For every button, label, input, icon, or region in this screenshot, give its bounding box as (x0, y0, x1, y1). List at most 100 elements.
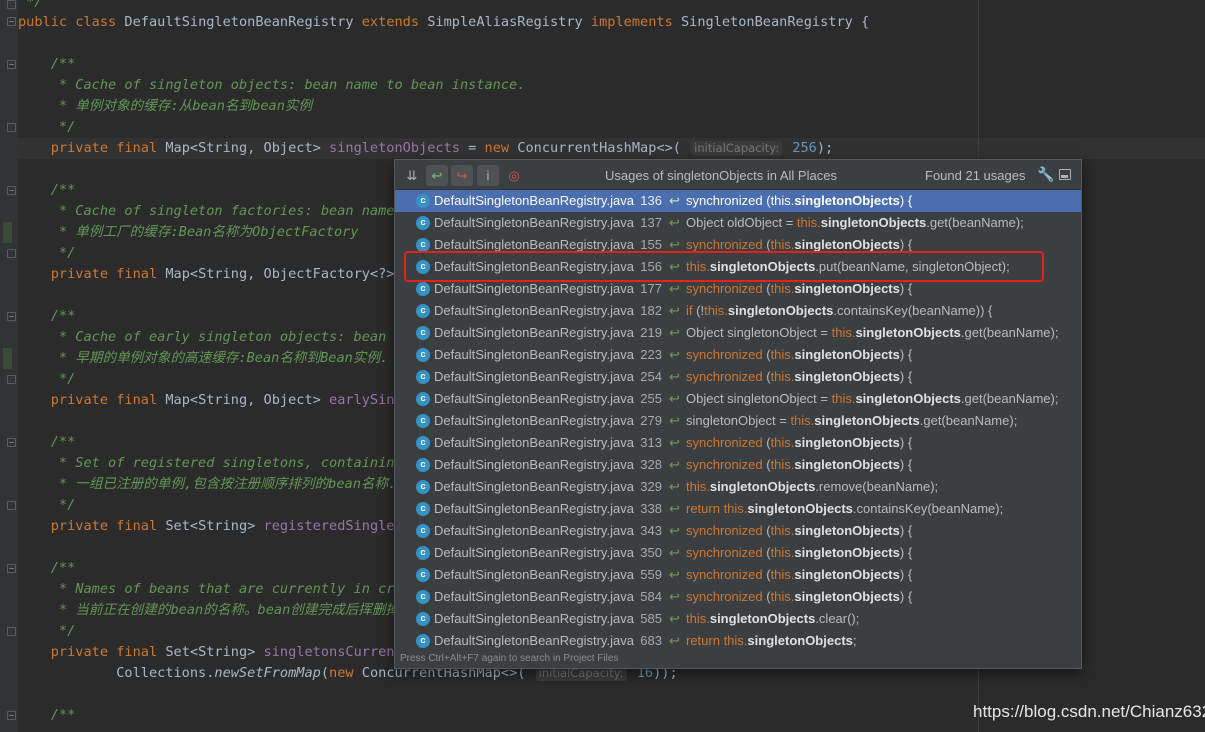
fold-marker-icon[interactable] (7, 17, 16, 26)
fold-marker-icon[interactable] (7, 375, 16, 384)
class-icon: c (416, 216, 430, 230)
snippet-token: ) { (899, 237, 913, 252)
snippet-token: ) { (899, 347, 913, 362)
code-line[interactable]: */ (18, 621, 75, 642)
fold-marker-icon[interactable] (7, 627, 16, 636)
code-line[interactable]: * Cache of singleton objects: bean name … (18, 75, 526, 96)
usage-row[interactable]: c DefaultSingletonBeanRegistry.java 585 ↩ th… (395, 608, 1081, 630)
fold-marker-icon[interactable] (7, 60, 16, 69)
code-token: */ (18, 497, 76, 513)
read-access-icon: ↩ (669, 215, 680, 230)
code-token: new (329, 665, 362, 681)
code-token: * 单例对象的缓存:从bean名到bean实例 (18, 98, 313, 114)
snippet-token: singletonObjects (709, 479, 816, 494)
code-line[interactable]: * 单例工厂的缓存:Bean名称为ObjectFactory (18, 222, 359, 243)
code-line[interactable]: /** (18, 180, 76, 201)
code-line[interactable]: * 早期的单例对象的高速缓存:Bean名称到Bean实例. (18, 348, 388, 369)
pin-window-icon[interactable] (1059, 169, 1071, 180)
usage-row[interactable]: c DefaultSingletonBeanRegistry.java 559 ↩ sy… (395, 564, 1081, 586)
code-line[interactable]: * Names of beans that are currently in c… (18, 579, 403, 600)
fold-marker-icon[interactable] (7, 438, 16, 447)
wrench-settings-icon[interactable]: 🔧 (1037, 166, 1054, 184)
usage-row[interactable]: c DefaultSingletonBeanRegistry.java 313 ↩ sy… (395, 432, 1081, 454)
usage-row[interactable]: c DefaultSingletonBeanRegistry.java 182 ↩ if… (395, 300, 1081, 322)
code-token: /** (18, 434, 76, 450)
code-line[interactable]: * 一组已注册的单例,包含按注册顺序排列的bean名称. (18, 474, 396, 495)
usages-popup[interactable]: ⇊ ↩ ↪ i ◎ Usages of singletonObjects in All … (394, 159, 1082, 669)
usage-file-name: DefaultSingletonBeanRegistry.java (434, 479, 634, 494)
usage-row[interactable]: c DefaultSingletonBeanRegistry.java 255 ↩ Ob… (395, 388, 1081, 410)
snippet-token: this. (770, 347, 795, 362)
usage-row[interactable]: c DefaultSingletonBeanRegistry.java 328 ↩ sy… (395, 454, 1081, 476)
settings-filter-icon[interactable]: ◎ (503, 165, 525, 186)
code-token: * 单例工厂的缓存:Bean名称为ObjectFactory (18, 224, 359, 240)
usage-row[interactable]: c DefaultSingletonBeanRegistry.java 279 ↩ si… (395, 410, 1081, 432)
snippet-token: .get(beanName); (926, 215, 1024, 230)
usage-row[interactable]: c DefaultSingletonBeanRegistry.java 343 ↩ sy… (395, 520, 1081, 542)
usage-code-snippet: synchronized (this.singletonObjects) { (686, 190, 912, 212)
usage-row[interactable]: c DefaultSingletonBeanRegistry.java 350 ↩ sy… (395, 542, 1081, 564)
info-icon[interactable]: i (477, 165, 499, 186)
code-line[interactable]: * 单例对象的缓存:从bean名到bean实例 (18, 96, 312, 117)
fold-marker-icon[interactable] (7, 0, 16, 9)
code-token: * Cache of early singleton objects: bean… (18, 329, 403, 345)
code-line[interactable]: private final Map<String, ObjectFactory<… (18, 264, 403, 285)
read-access-icon: ↩ (669, 479, 680, 494)
code-token: newSetFromMap (214, 665, 321, 681)
show-write-access-icon[interactable]: ↪ (451, 165, 473, 186)
code-line[interactable]: /** (18, 705, 76, 726)
code-line[interactable]: /** (18, 558, 76, 579)
snippet-token: ) { (899, 523, 913, 538)
fold-marker-icon[interactable] (7, 711, 16, 720)
usage-code-snippet: Object singletonObject = this.singletonO… (686, 322, 1058, 344)
fold-marker-icon[interactable] (7, 249, 16, 258)
usage-row[interactable]: c DefaultSingletonBeanRegistry.java 338 ↩ re… (395, 498, 1081, 520)
usage-row[interactable]: c DefaultSingletonBeanRegistry.java 683 ↩ re… (395, 630, 1081, 652)
code-line[interactable]: */ (18, 495, 75, 516)
code-line[interactable]: */ (18, 117, 75, 138)
code-line[interactable]: public class DefaultSingletonBeanRegistr… (18, 12, 869, 33)
code-line[interactable]: private final Map<String, Object> single… (18, 138, 833, 159)
read-access-icon: ↩ (669, 501, 680, 516)
fold-marker-icon[interactable] (7, 501, 16, 510)
usage-code-snippet: synchronized (this.singletonObjects) { (686, 366, 912, 388)
code-line[interactable]: * Cache of singleton factories: bean nam… (18, 201, 395, 222)
usage-line-number: 219 (640, 325, 662, 340)
usage-row[interactable]: c DefaultSingletonBeanRegistry.java 329 ↩ th… (395, 476, 1081, 498)
snippet-token: synchronized (686, 237, 767, 252)
code-token: */ (18, 245, 76, 261)
code-line[interactable]: /** (18, 432, 76, 453)
code-token: /** (18, 182, 76, 198)
usage-row[interactable]: c DefaultSingletonBeanRegistry.java 219 ↩ Ob… (395, 322, 1081, 344)
code-line[interactable]: */ (18, 369, 75, 390)
usage-row[interactable]: c DefaultSingletonBeanRegistry.java 254 ↩ sy… (395, 366, 1081, 388)
fold-marker-icon[interactable] (7, 123, 16, 132)
show-read-access-icon[interactable]: ↩ (426, 165, 448, 186)
vcs-change-marker[interactable] (3, 222, 12, 243)
fold-marker-icon[interactable] (7, 564, 16, 573)
vcs-change-marker[interactable] (3, 348, 12, 369)
snippet-token: singletonObjects (794, 347, 900, 362)
snippet-token: this. (770, 435, 795, 450)
code-line[interactable]: * Cache of early singleton objects: bean… (18, 327, 403, 348)
fold-marker-icon[interactable] (7, 186, 16, 195)
code-line[interactable]: /** (18, 306, 76, 327)
usage-line-number: 329 (640, 479, 662, 494)
snippet-token: this. (770, 523, 795, 538)
code-line[interactable]: private final Set<String> singletonsCurr… (18, 642, 403, 663)
usage-row[interactable]: c DefaultSingletonBeanRegistry.java 136 ↩ sy… (395, 190, 1081, 212)
code-line[interactable]: private final Set<String> registeredSing… (18, 516, 403, 537)
code-line[interactable]: * Set of registered singletons, containi… (18, 453, 403, 474)
class-icon: c (416, 458, 430, 472)
code-line[interactable]: /** (18, 54, 76, 75)
code-line[interactable]: */ (18, 243, 75, 264)
usage-row[interactable]: c DefaultSingletonBeanRegistry.java 223 ↩ sy… (395, 344, 1081, 366)
merge-usages-icon[interactable]: ⇊ (401, 165, 423, 186)
editor-gutter[interactable] (0, 0, 18, 732)
code-line[interactable]: * 当前正在创建的bean的名称。bean创建完成后挥删掉 (18, 600, 399, 621)
code-line[interactable]: private final Map<String, Object> earlyS… (18, 390, 403, 411)
fold-marker-icon[interactable] (7, 312, 16, 321)
snippet-token: .get(beanName); (919, 413, 1018, 428)
usage-row[interactable]: c DefaultSingletonBeanRegistry.java 137 ↩ Ob… (395, 212, 1081, 234)
usage-row[interactable]: c DefaultSingletonBeanRegistry.java 584 ↩ sy… (395, 586, 1081, 608)
